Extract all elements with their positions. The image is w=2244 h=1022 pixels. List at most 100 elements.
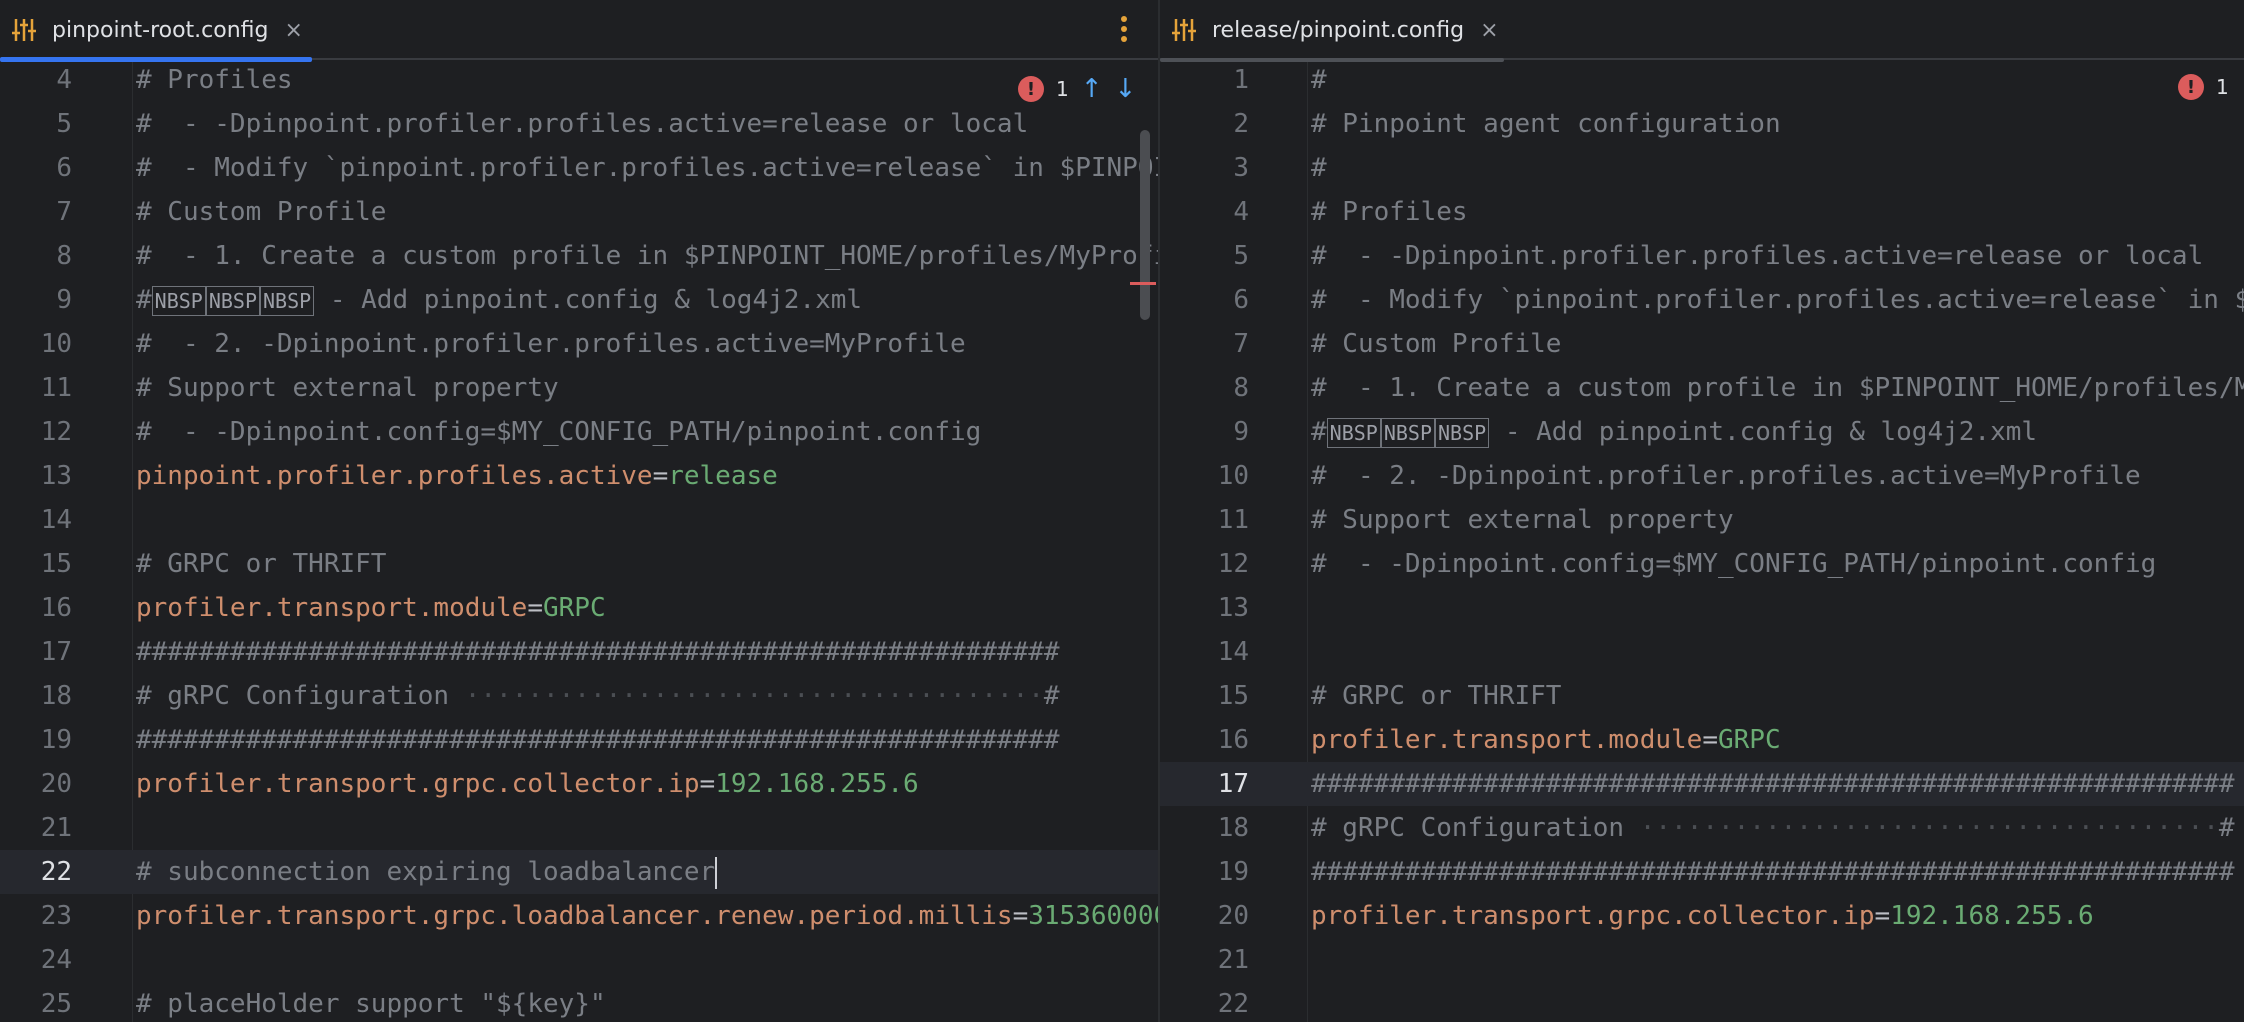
line-number[interactable]: 10 bbox=[1160, 454, 1249, 498]
line-number[interactable]: 3 bbox=[1160, 146, 1249, 190]
code-line[interactable]: 16 profiler.transport.module=GRPC bbox=[0, 586, 1158, 630]
code-line[interactable]: 8 # - 1. Create a custom profile in $PINP… bbox=[0, 234, 1158, 278]
code-line[interactable]: 7 # Custom Profile bbox=[0, 190, 1158, 234]
line-number[interactable]: 23 bbox=[0, 894, 72, 938]
line-number[interactable]: 17 bbox=[1160, 762, 1249, 806]
code-line[interactable]: 13 bbox=[1160, 586, 2244, 630]
code-line[interactable]: 19 ######################################… bbox=[0, 718, 1158, 762]
code-line[interactable]: 5 # - -Dpinpoint.profiler.profiles.active… bbox=[0, 102, 1158, 146]
code-line[interactable]: 14 bbox=[0, 498, 1158, 542]
line-number[interactable]: 24 bbox=[0, 938, 72, 982]
line-number[interactable]: 15 bbox=[0, 542, 72, 586]
tab-pinpoint-root-config[interactable]: pinpoint-root.config × bbox=[0, 0, 330, 62]
line-number[interactable]: 25 bbox=[0, 982, 72, 1022]
code-line[interactable]: 20 profiler.transport.grpc.collector.ip=1… bbox=[0, 762, 1158, 806]
code-line[interactable]: 5 # - -Dpinpoint.profiler.profiles.active… bbox=[1160, 234, 2244, 278]
code-line[interactable]: 20 profiler.transport.grpc.collector.ip=1… bbox=[1160, 894, 2244, 938]
close-tab-icon[interactable]: × bbox=[285, 18, 303, 43]
line-number[interactable]: 22 bbox=[0, 850, 72, 894]
error-stripe-mark[interactable] bbox=[1130, 282, 1156, 285]
code-line[interactable]: 18 # gRPC Configuration ·················… bbox=[1160, 806, 2244, 850]
line-number[interactable]: 19 bbox=[1160, 850, 1249, 894]
line-number[interactable]: 8 bbox=[0, 234, 72, 278]
code-line[interactable]: 18 # gRPC Configuration ·················… bbox=[0, 674, 1158, 718]
code-line[interactable]: 16 profiler.transport.module=GRPC bbox=[1160, 718, 2244, 762]
vertical-scrollbar[interactable] bbox=[1140, 130, 1150, 320]
code-line[interactable]: 25 # placeHolder support "${key}" bbox=[0, 982, 1158, 1022]
code-line[interactable]: 7 # Custom Profile bbox=[1160, 322, 2244, 366]
code-line[interactable]: 8 # - 1. Create a custom profile in $PINP… bbox=[1160, 366, 2244, 410]
line-number[interactable]: 11 bbox=[0, 366, 72, 410]
line-number[interactable]: 2 bbox=[1160, 102, 1249, 146]
line-number[interactable]: 10 bbox=[0, 322, 72, 366]
line-number[interactable]: 16 bbox=[0, 586, 72, 630]
line-number[interactable]: 4 bbox=[1160, 190, 1249, 234]
close-tab-icon[interactable]: × bbox=[1480, 18, 1498, 43]
code-line[interactable]: 6 # - Modify `pinpoint.profiler.profiles.… bbox=[0, 146, 1158, 190]
line-number[interactable]: 5 bbox=[1160, 234, 1249, 278]
line-number[interactable]: 9 bbox=[0, 278, 72, 322]
code-line[interactable]: 14 bbox=[1160, 630, 2244, 674]
line-number[interactable]: 6 bbox=[1160, 278, 1249, 322]
right-code-editor[interactable]: 1 #2 # Pinpoint agent configuration 3 #4 # Pr… bbox=[1160, 62, 2244, 1022]
line-number[interactable]: 11 bbox=[1160, 498, 1249, 542]
code-line[interactable]: 2 # Pinpoint agent configuration bbox=[1160, 102, 2244, 146]
code-line[interactable]: 15 # GRPC or THRIFT bbox=[0, 542, 1158, 586]
line-number[interactable]: 13 bbox=[0, 454, 72, 498]
line-number[interactable]: 14 bbox=[1160, 630, 1249, 674]
code-line[interactable]: 11 # Support external property bbox=[1160, 498, 2244, 542]
code-line[interactable]: 21 bbox=[0, 806, 1158, 850]
code-line[interactable]: 1 # bbox=[1160, 58, 2244, 102]
tab-release-pinpoint-config[interactable]: release/pinpoint.config × bbox=[1160, 0, 1514, 62]
code-line[interactable]: 13 pinpoint.profiler.profiles.active=rele… bbox=[0, 454, 1158, 498]
line-number[interactable]: 20 bbox=[1160, 894, 1249, 938]
code-line[interactable]: 10 # - 2. -Dpinpoint.profiler.profiles.ac… bbox=[1160, 454, 2244, 498]
code-line[interactable]: 12 # - -Dpinpoint.config=$MY_CONFIG_PATH/… bbox=[1160, 542, 2244, 586]
line-number[interactable]: 19 bbox=[0, 718, 72, 762]
code-line[interactable]: 9 # NBSP NBSP NBSP - Add pinpoint.config & l… bbox=[0, 278, 1158, 322]
line-number[interactable]: 21 bbox=[1160, 938, 1249, 982]
inspection-widget[interactable]: ! 1 ↑ ↓ bbox=[1018, 74, 1136, 104]
line-number[interactable]: 12 bbox=[0, 410, 72, 454]
line-number[interactable]: 18 bbox=[1160, 806, 1249, 850]
code-line[interactable]: 6 # - Modify `pinpoint.profiler.profiles.… bbox=[1160, 278, 2244, 322]
code-line[interactable]: 19 ######################################… bbox=[1160, 850, 2244, 894]
line-number[interactable]: 9 bbox=[1160, 410, 1249, 454]
line-number[interactable]: 21 bbox=[0, 806, 72, 850]
next-highlight-icon[interactable]: ↓ bbox=[1115, 74, 1137, 104]
code-line[interactable]: 22 # subconnection expiring loadbalancer bbox=[0, 850, 1158, 894]
code-line[interactable]: 21 bbox=[1160, 938, 2244, 982]
left-code-editor[interactable]: 4 # Profiles 5 # - -Dpinpoint.profiler.prof… bbox=[0, 62, 1158, 1022]
code-line[interactable]: 17 ######################################… bbox=[0, 630, 1158, 674]
line-number[interactable]: 8 bbox=[1160, 366, 1249, 410]
code-line[interactable]: 10 # - 2. -Dpinpoint.profiler.profiles.ac… bbox=[0, 322, 1158, 366]
code-line[interactable]: 3 # bbox=[1160, 146, 2244, 190]
line-number[interactable]: 16 bbox=[1160, 718, 1249, 762]
code-line[interactable]: 11 # Support external property bbox=[0, 366, 1158, 410]
code-line[interactable]: 4 # Profiles bbox=[0, 58, 1158, 102]
code-line[interactable]: 24 bbox=[0, 938, 1158, 982]
line-number[interactable]: 7 bbox=[0, 190, 72, 234]
more-vertical-icon[interactable] bbox=[1120, 14, 1128, 44]
line-number[interactable]: 22 bbox=[1160, 982, 1249, 1022]
line-number[interactable]: 6 bbox=[0, 146, 72, 190]
line-number[interactable]: 4 bbox=[0, 58, 72, 102]
line-number[interactable]: 20 bbox=[0, 762, 72, 806]
code-line[interactable]: 17 ######################################… bbox=[1160, 762, 2244, 806]
line-number[interactable]: 18 bbox=[0, 674, 72, 718]
line-number[interactable]: 14 bbox=[0, 498, 72, 542]
code-line[interactable]: 23 profiler.transport.grpc.loadbalancer.r… bbox=[0, 894, 1158, 938]
line-number[interactable]: 5 bbox=[0, 102, 72, 146]
code-line[interactable]: 9 # NBSP NBSP NBSP - Add pinpoint.config & l… bbox=[1160, 410, 2244, 454]
code-line[interactable]: 22 bbox=[1160, 982, 2244, 1022]
line-number[interactable]: 12 bbox=[1160, 542, 1249, 586]
code-line[interactable]: 12 # - -Dpinpoint.config=$MY_CONFIG_PATH/… bbox=[0, 410, 1158, 454]
line-number[interactable]: 7 bbox=[1160, 322, 1249, 366]
code-line[interactable]: 4 # Profiles bbox=[1160, 190, 2244, 234]
line-number[interactable]: 15 bbox=[1160, 674, 1249, 718]
inspection-widget[interactable]: ! 1 bbox=[2178, 74, 2229, 100]
previous-highlight-icon[interactable]: ↑ bbox=[1081, 74, 1103, 104]
line-number[interactable]: 17 bbox=[0, 630, 72, 674]
line-number[interactable]: 1 bbox=[1160, 58, 1249, 102]
line-number[interactable]: 13 bbox=[1160, 586, 1249, 630]
